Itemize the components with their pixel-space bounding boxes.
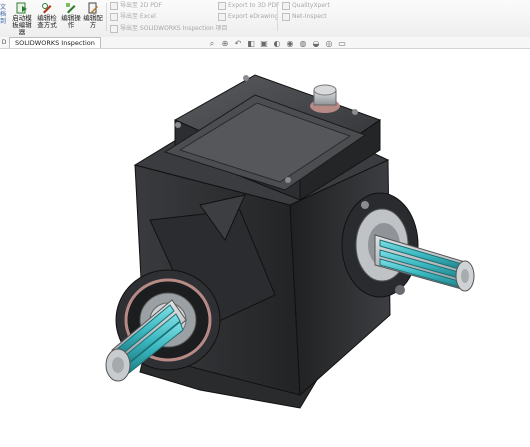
pdf-icon xyxy=(110,1,118,10)
net-inspect-button[interactable]: Net-Inspect xyxy=(282,12,327,21)
edit-operation-label: 编辑操 作 xyxy=(61,14,81,29)
cover-bolt xyxy=(352,109,358,115)
export-edrawing-button[interactable]: Export eDrawing xyxy=(218,12,278,21)
edit-recipe-label: 编辑配 方 xyxy=(83,14,103,29)
graphics-area-3d-viewport[interactable] xyxy=(0,49,530,447)
launch-template-editor-button[interactable]: 启动模 板编辑 器 xyxy=(9,2,35,36)
edit-inspection-method-label: 编辑检 查方式 xyxy=(37,14,57,29)
export-excel-label: 导出至 Excel xyxy=(120,13,156,20)
template-editor-icon xyxy=(16,2,27,14)
export-3d-pdf-label: Export to 3D PDF xyxy=(228,2,280,9)
previous-view-icon[interactable]: ↶ xyxy=(233,39,243,49)
monitor-icon[interactable]: ▭ xyxy=(337,39,347,49)
section-view-icon[interactable]: ◧ xyxy=(246,39,256,49)
net-inspect-label: Net-Inspect xyxy=(292,13,327,20)
ribbon-left-edge-label: 文 档 到 xyxy=(0,4,7,25)
qualityxpert-icon xyxy=(282,1,290,10)
export-2d-pdf-label: 导出至 2D PDF xyxy=(120,2,162,9)
edit-recipe-icon xyxy=(88,2,98,14)
search-icon[interactable]: ⌕ xyxy=(207,39,217,49)
excel-icon xyxy=(110,12,118,21)
ribbon-separator xyxy=(277,3,278,31)
view-orientation-icon[interactable]: ▣ xyxy=(259,39,269,49)
edit-inspection-method-button[interactable]: 编辑检 查方式 xyxy=(34,2,60,29)
cover-bolt xyxy=(175,122,181,128)
export-edrawing-label: Export eDrawing xyxy=(228,13,279,20)
net-inspect-icon xyxy=(282,12,290,21)
launch-template-editor-label: 启动模 板编辑 器 xyxy=(12,14,32,36)
edrawing-icon xyxy=(218,12,226,21)
edit-recipe-button[interactable]: 编辑配 方 xyxy=(80,2,106,29)
tab-solidworks-inspection[interactable]: SOLIDWORKS Inspection xyxy=(9,37,101,48)
export-inspection-project-button[interactable]: 导出至 SOLIDWORKS Inspection 项目 xyxy=(110,24,228,33)
export-excel-button[interactable]: 导出至 Excel xyxy=(110,12,156,21)
ribbon-separator xyxy=(106,3,107,31)
command-manager-ribbon: 文 档 到 启动模 板编辑 器 编辑检 查方式 编辑操 作 编辑配 方 导出至 … xyxy=(0,0,530,38)
scenes-icon[interactable]: ◒ xyxy=(311,39,321,49)
breather-plug xyxy=(310,84,340,113)
output-shaft-assembly xyxy=(341,192,475,298)
pdf-3d-icon xyxy=(218,1,226,10)
cover-bolt xyxy=(285,177,291,183)
tab-previous[interactable]: D xyxy=(0,37,8,48)
project-icon xyxy=(110,24,118,33)
export-2d-pdf-button[interactable]: 导出至 2D PDF xyxy=(110,1,162,10)
edit-operation-icon xyxy=(66,3,76,14)
view-settings-icon[interactable]: ◎ xyxy=(324,39,334,49)
edit-appearance-icon[interactable]: ◍ xyxy=(298,39,308,49)
display-style-icon[interactable]: ◐ xyxy=(272,39,282,49)
qualityxpert-button[interactable]: QualityXpert xyxy=(282,1,330,10)
zoom-area-icon[interactable]: ⊕ xyxy=(220,39,230,49)
export-3d-pdf-button[interactable]: Export to 3D PDF xyxy=(218,1,280,10)
qualityxpert-label: QualityXpert xyxy=(292,2,330,9)
flange-bolt xyxy=(361,201,369,209)
hide-show-icon[interactable]: ◉ xyxy=(285,39,295,49)
export-inspection-project-label: 导出至 SOLIDWORKS Inspection 项目 xyxy=(120,25,228,32)
flange-bolt xyxy=(395,285,405,295)
cover-bolt xyxy=(243,75,249,81)
edit-method-icon xyxy=(42,3,52,14)
